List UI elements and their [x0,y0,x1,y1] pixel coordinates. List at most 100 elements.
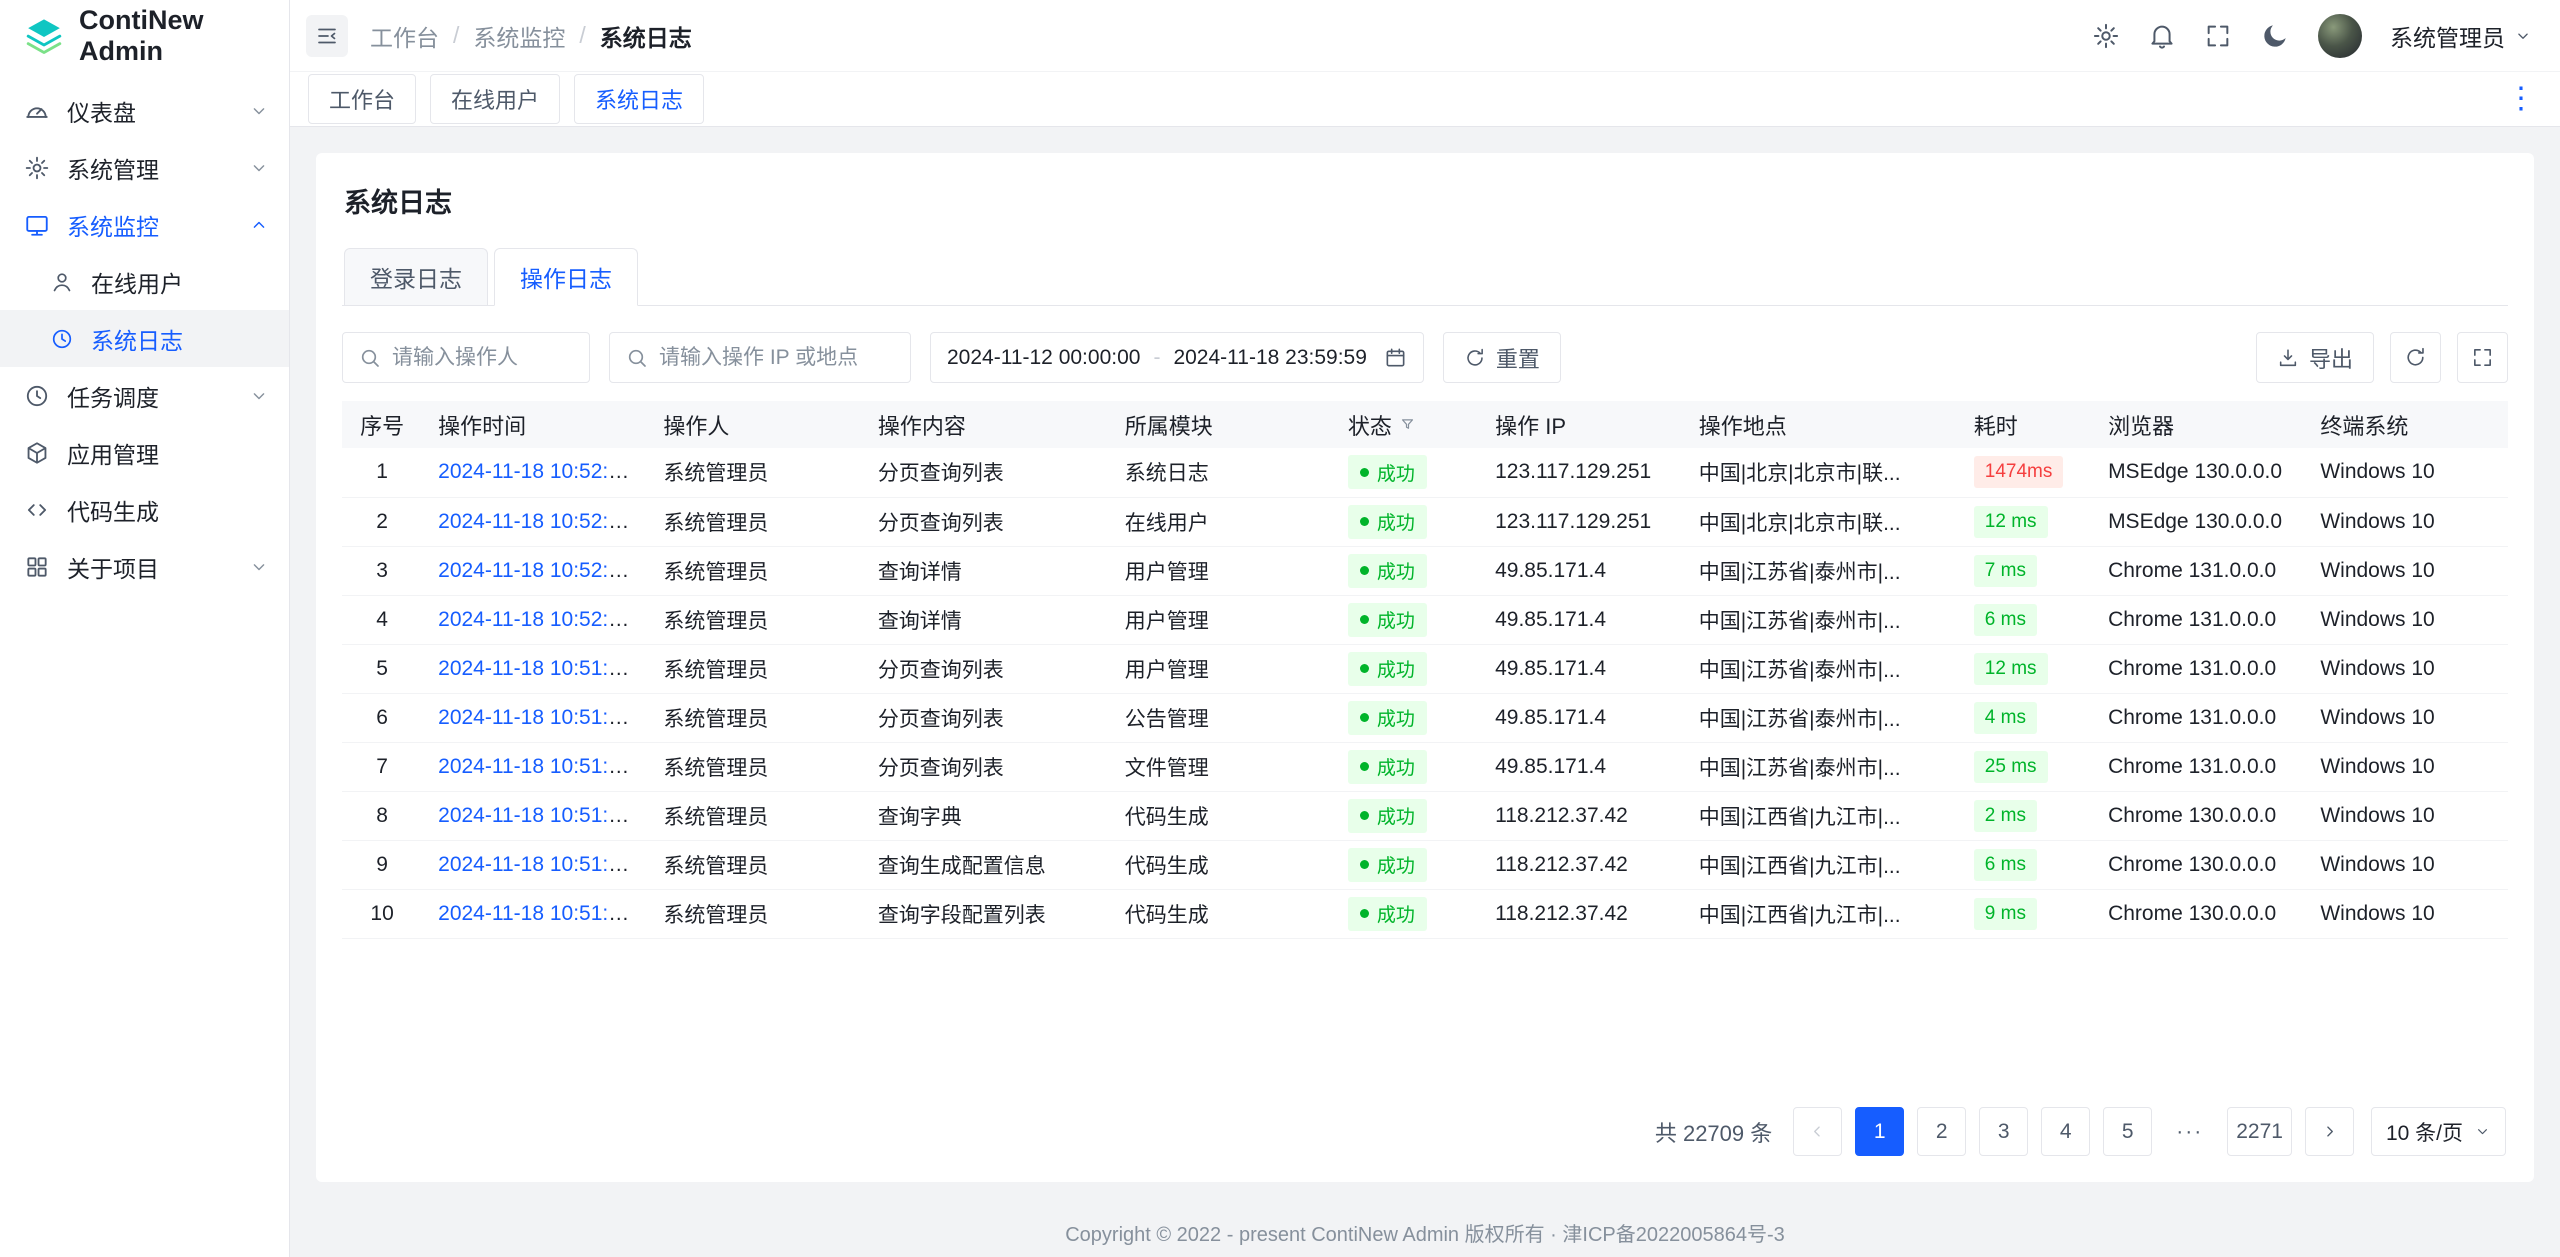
sidebar-item-online-users[interactable]: 在线用户 [0,253,289,310]
table-fullscreen-button[interactable] [2457,332,2508,383]
cell-index: 1 [342,448,422,497]
operator-search-input[interactable] [392,346,574,370]
breadcrumb-item[interactable]: 系统监控 [473,19,565,53]
page-button-2[interactable]: 2 [1917,1107,1966,1156]
page-button-last[interactable]: 2271 [2227,1107,2292,1156]
page-size-select[interactable]: 10 条/页 [2371,1107,2506,1156]
sidebar-item-code-generation[interactable]: 代码生成 [0,481,289,538]
refresh-icon [2404,346,2427,369]
avatar[interactable] [2318,14,2362,58]
nav-tab-online-users[interactable]: 在线用户 [430,74,560,124]
table-row: 82024-11-18 10:51:50系统管理员查询字典代码生成成功118.2… [342,791,2508,840]
cell-status: 成功 [1332,595,1479,644]
time-link[interactable]: 2024-11-18 10:52:12 [438,559,631,582]
status-badge: 成功 [1348,799,1427,833]
sidebar-item-about-project[interactable]: 关于项目 [0,538,289,595]
cell-operator: 系统管理员 [647,595,861,644]
time-link[interactable]: 2024-11-18 10:52:05 [438,608,631,631]
time-link[interactable]: 2024-11-18 10:51:52 [438,755,631,778]
dashboard-icon [24,98,50,124]
date-range-picker[interactable]: 2024-11-12 00:00:00 - 2024-11-18 23:59:5… [930,332,1424,383]
export-button[interactable]: 导出 [2256,332,2374,383]
cell-content: 分页查询列表 [862,448,1109,497]
table-header: 序号 操作时间 操作人 操作内容 所属模块 状态 [342,401,2508,448]
cell-duration: 6 ms [1958,840,2092,889]
user-menu[interactable]: 系统管理员 [2390,19,2532,53]
nav-tab-workbench[interactable]: 工作台 [308,74,416,124]
duration-badge: 6 ms [1974,849,2037,881]
cell-content: 查询详情 [862,546,1109,595]
operator-search-field [342,332,590,383]
toolbar-right: 导出 [2256,332,2508,383]
cell-browser: Chrome 130.0.0.0 [2092,791,2304,840]
next-page-button[interactable] [2305,1107,2354,1156]
cell-index: 4 [342,595,422,644]
refresh-icon [1464,347,1486,369]
table-row: 102024-11-18 10:51:49系统管理员查询字段配置列表代码生成成功… [342,889,2508,938]
cell-operator: 系统管理员 [647,791,861,840]
cell-os: Windows 10 [2304,889,2508,938]
system-log-panel: 系统日志 登录日志 操作日志 [316,153,2534,1182]
export-label: 导出 [2309,342,2353,374]
time-link[interactable]: 2024-11-18 10:51:49 [438,853,631,876]
cell-index: 7 [342,742,422,791]
table-refresh-button[interactable] [2390,332,2441,383]
breadcrumb: 工作台 / 系统监控 / 系统日志 [370,19,692,53]
cell-operator: 系统管理员 [647,840,861,889]
sidebar-item-system-monitor[interactable]: 系统监控 [0,196,289,253]
sidebar-item-label: 关于项目 [67,550,159,584]
notifications-button[interactable] [2148,22,2176,50]
collapse-menu-button[interactable] [306,15,348,57]
sidebar-item-system-logs[interactable]: 系统日志 [0,310,289,367]
theme-toggle-button[interactable] [2260,21,2290,51]
time-link[interactable]: 2024-11-18 10:51:49 [438,902,631,925]
cell-browser: Chrome 131.0.0.0 [2092,546,2304,595]
ip-search-input[interactable] [659,346,895,370]
prev-page-button[interactable] [1793,1107,1842,1156]
cell-module: 系统日志 [1109,448,1332,497]
cell-ip: 118.212.37.42 [1479,791,1683,840]
time-link[interactable]: 2024-11-18 10:51:50 [438,804,631,827]
cell-os: Windows 10 [2304,693,2508,742]
time-link[interactable]: 2024-11-18 10:52:55 [438,460,631,483]
cell-status: 成功 [1332,742,1479,791]
breadcrumb-item-current: 系统日志 [600,19,692,53]
pagination-ellipsis[interactable]: ··· [2165,1107,2214,1156]
sidebar-item-label: 代码生成 [67,493,159,527]
settings-button[interactable] [2092,22,2120,50]
table-row: 92024-11-18 10:51:49系统管理员查询生成配置信息代码生成成功1… [342,840,2508,889]
tab-login-logs[interactable]: 登录日志 [344,248,488,305]
cell-status: 成功 [1332,448,1479,497]
page-button-1[interactable]: 1 [1855,1107,1904,1156]
nav-tab-system-logs[interactable]: 系统日志 [574,74,704,124]
filter-funnel-icon[interactable] [1399,416,1416,433]
page-button-5[interactable]: 5 [2103,1107,2152,1156]
time-link[interactable]: 2024-11-18 10:52:47 [438,510,631,533]
cell-time: 2024-11-18 10:51:49 [422,889,647,938]
sidebar-item-system-management[interactable]: 系统管理 [0,139,289,196]
fullscreen-button[interactable] [2204,22,2232,50]
cell-time: 2024-11-18 10:51:50 [422,791,647,840]
sidebar-item-app-management[interactable]: 应用管理 [0,424,289,481]
breadcrumb-item[interactable]: 工作台 [370,19,439,53]
sidebar-item-dashboard[interactable]: 仪表盘 [0,82,289,139]
duration-badge: 6 ms [1974,604,2037,636]
cell-module: 代码生成 [1109,791,1332,840]
status-badge: 成功 [1348,455,1427,489]
time-link[interactable]: 2024-11-18 10:51:55 [438,657,631,680]
sidebar-item-task-schedule[interactable]: 任务调度 [0,367,289,424]
time-link[interactable]: 2024-11-18 10:51:53 [438,706,631,729]
cell-ip: 49.85.171.4 [1479,546,1683,595]
table-row: 32024-11-18 10:52:12系统管理员查询详情用户管理成功49.85… [342,546,2508,595]
status-badge: 成功 [1348,848,1427,882]
page-button-3[interactable]: 3 [1979,1107,2028,1156]
page-size-label: 10 条/页 [2386,1117,2463,1147]
bell-icon [2148,22,2176,50]
tabs-more-button[interactable]: ⋮ [2500,84,2542,114]
date-start-value: 2024-11-12 00:00:00 [947,346,1140,370]
reset-button[interactable]: 重置 [1443,332,1561,383]
cell-browser: MSEdge 130.0.0.0 [2092,448,2304,497]
page-button-4[interactable]: 4 [2041,1107,2090,1156]
tab-operation-logs[interactable]: 操作日志 [494,248,638,306]
cell-os: Windows 10 [2304,448,2508,497]
